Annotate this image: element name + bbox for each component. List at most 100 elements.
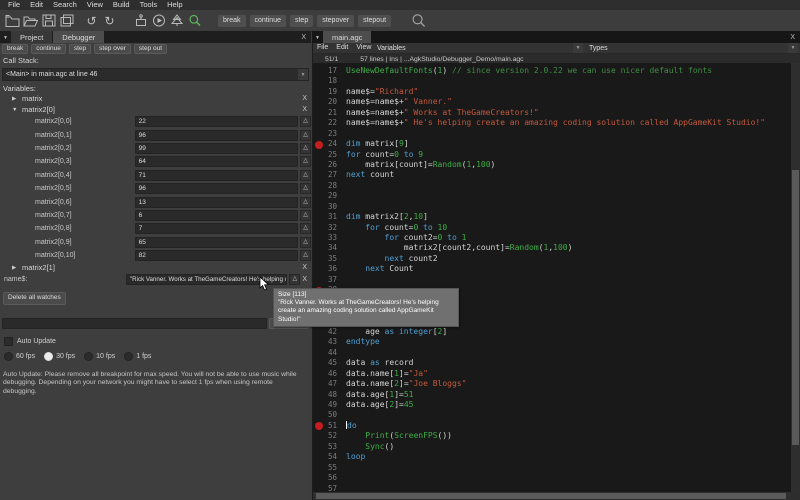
run-icon[interactable] xyxy=(151,14,166,28)
radio-icon[interactable] xyxy=(44,352,53,361)
menu-view[interactable]: View xyxy=(82,0,108,10)
scrollbar-thumb[interactable] xyxy=(316,493,786,499)
line-number[interactable]: 49 xyxy=(313,400,342,410)
breakpoint-icon[interactable] xyxy=(315,141,323,149)
remove-watch-icon[interactable]: X xyxy=(302,264,307,271)
line-number[interactable]: 26 xyxy=(313,160,342,170)
line-number[interactable]: 37 xyxy=(313,275,342,285)
editor-menu-view[interactable]: View xyxy=(352,43,375,53)
chevron-down-icon[interactable]: ▼ xyxy=(298,69,308,80)
line-number[interactable]: 35 xyxy=(313,254,342,264)
tab-debugger[interactable]: Debugger xyxy=(53,31,104,43)
update-watch-icon[interactable]: △ xyxy=(300,197,311,208)
fps-option-30fps[interactable]: 30 fps xyxy=(44,352,75,361)
line-number[interactable]: 56 xyxy=(313,473,342,483)
update-watch-icon[interactable]: △ xyxy=(300,156,311,167)
watch-value-input[interactable]: 99 xyxy=(135,143,298,154)
new-project-icon[interactable] xyxy=(5,14,20,28)
menu-build[interactable]: Build xyxy=(108,0,135,10)
broadcast-tree-icon[interactable] xyxy=(169,14,184,28)
remove-watch-icon[interactable]: X xyxy=(302,106,307,113)
watch-group-matrix2-0[interactable]: ▼ matrix2[0] X xyxy=(0,104,311,115)
watch-value-input[interactable]: 22 xyxy=(135,116,298,127)
fps-option-1fps[interactable]: 1 fps xyxy=(124,352,151,361)
line-number[interactable]: 18 xyxy=(313,76,342,86)
line-number[interactable]: 42 xyxy=(313,327,342,337)
line-number[interactable]: 34 xyxy=(313,243,342,253)
line-number[interactable]: 36 xyxy=(313,264,342,274)
line-number[interactable]: 55 xyxy=(313,463,342,473)
editor-menu-edit[interactable]: Edit xyxy=(332,43,352,53)
radio-icon[interactable] xyxy=(124,352,133,361)
auto-update-checkbox[interactable] xyxy=(4,337,13,346)
line-number[interactable]: 53 xyxy=(313,442,342,452)
debug-step-out-button[interactable]: step out xyxy=(134,44,167,54)
line-number[interactable]: 33 xyxy=(313,233,342,243)
line-number[interactable]: 22 xyxy=(313,118,342,128)
line-number[interactable]: 47 xyxy=(313,379,342,389)
line-number[interactable]: 57 xyxy=(313,484,342,493)
menu-help[interactable]: Help xyxy=(162,0,187,10)
debug-continue-button[interactable]: continue xyxy=(31,44,66,54)
line-number[interactable]: 25 xyxy=(313,150,342,160)
line-number[interactable]: 30 xyxy=(313,202,342,212)
watch-value-input[interactable]: 96 xyxy=(135,183,298,194)
debug-step-over-button[interactable]: step over xyxy=(94,44,131,54)
update-watch-icon[interactable]: △ xyxy=(300,237,311,248)
line-number[interactable]: 51 xyxy=(313,421,342,431)
fps-option-10fps[interactable]: 10 fps xyxy=(84,352,115,361)
debug-step-button[interactable]: step xyxy=(69,44,91,54)
line-number[interactable]: 31 xyxy=(313,212,342,222)
debug-icon[interactable] xyxy=(187,14,202,28)
update-watch-icon[interactable]: △ xyxy=(300,143,311,154)
tab-project[interactable]: Project xyxy=(11,31,52,43)
line-number[interactable]: 43 xyxy=(313,337,342,347)
line-number[interactable]: 19 xyxy=(313,87,342,97)
watch-value-input[interactable]: 7 xyxy=(135,223,298,234)
toolbar-continue-button[interactable]: continue xyxy=(250,15,286,27)
update-watch-icon[interactable]: △ xyxy=(300,130,311,141)
update-watch-icon[interactable]: △ xyxy=(300,250,311,261)
open-project-icon[interactable] xyxy=(23,14,38,28)
line-number[interactable]: 44 xyxy=(313,348,342,358)
editor-menu-icon[interactable]: ▼ xyxy=(312,35,323,43)
chevron-right-icon[interactable]: ▶ xyxy=(12,96,22,102)
redo-icon[interactable]: ↻ xyxy=(102,14,117,28)
watch-value-input[interactable]: 64 xyxy=(135,156,298,167)
toolbar-stepover-button[interactable]: stepover xyxy=(317,15,354,27)
line-number[interactable]: 54 xyxy=(313,452,342,462)
chevron-down-icon[interactable]: ▼ xyxy=(573,43,583,53)
call-stack-dropdown[interactable]: <Main> in main.agc at line 46 ▼ xyxy=(2,68,309,81)
watch-value-input[interactable]: 96 xyxy=(135,130,298,141)
update-watch-icon[interactable]: △ xyxy=(289,274,300,285)
close-panel-icon[interactable]: X xyxy=(301,34,306,43)
line-number[interactable]: 24 xyxy=(313,139,342,149)
radio-icon[interactable] xyxy=(84,352,93,361)
menu-tools[interactable]: Tools xyxy=(135,0,163,10)
line-number[interactable]: 27 xyxy=(313,170,342,180)
types-dropdown[interactable]: Types ▼ xyxy=(585,43,798,53)
watch-group-matrix2-1[interactable]: ▶ matrix2[1] X xyxy=(0,262,311,273)
watch-value-input[interactable]: 82 xyxy=(135,250,298,261)
watch-value-input[interactable]: 65 xyxy=(135,237,298,248)
line-number[interactable]: 52 xyxy=(313,431,342,441)
horizontal-scrollbar[interactable] xyxy=(313,492,791,500)
fps-option-60fps[interactable]: 60 fps xyxy=(4,352,35,361)
tab-main-agc[interactable]: main.agc xyxy=(323,31,371,43)
update-watch-icon[interactable]: △ xyxy=(300,210,311,221)
undo-icon[interactable]: ↺ xyxy=(84,14,99,28)
delete-all-watches-button[interactable]: Delete all watches xyxy=(3,292,66,305)
watch-value-input[interactable]: 13 xyxy=(135,197,298,208)
line-number[interactable]: 48 xyxy=(313,390,342,400)
toolbar-stepout-button[interactable]: stepout xyxy=(358,15,391,27)
chevron-right-icon[interactable]: ▶ xyxy=(12,265,22,271)
line-number[interactable]: 23 xyxy=(313,129,342,139)
watch-group-matrix[interactable]: ▶ matrix X xyxy=(0,93,311,104)
toolbar-break-button[interactable]: break xyxy=(218,15,246,27)
menu-search[interactable]: Search xyxy=(48,0,82,10)
update-watch-icon[interactable]: △ xyxy=(300,170,311,181)
line-number[interactable]: 21 xyxy=(313,108,342,118)
save-icon[interactable] xyxy=(41,14,56,28)
search-icon[interactable] xyxy=(411,14,426,28)
line-number[interactable]: 28 xyxy=(313,181,342,191)
